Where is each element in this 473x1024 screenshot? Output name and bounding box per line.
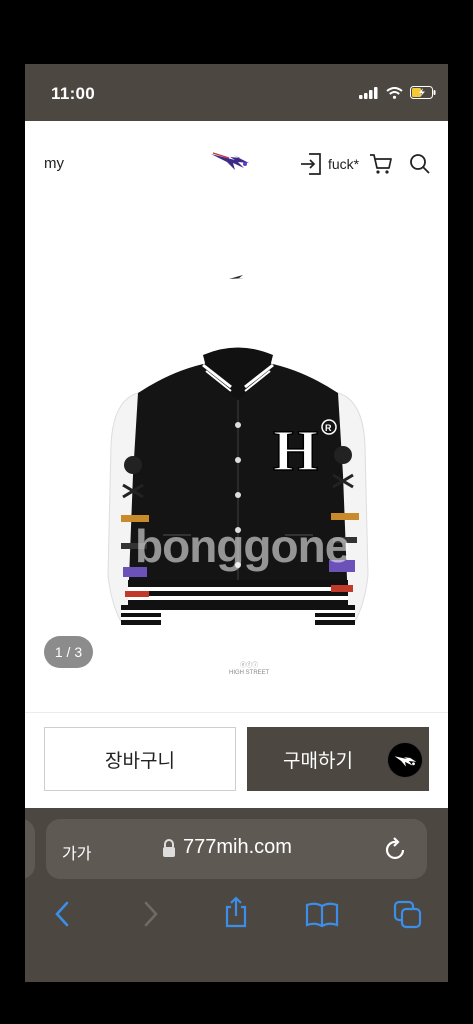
url-text: 777mih.com [183, 836, 292, 858]
brand-logo-icon[interactable] [211, 151, 253, 173]
bookmarks-icon[interactable] [305, 902, 339, 928]
gallery-page-indicator: 1 / 3 [44, 636, 93, 668]
nav-my-link[interactable]: my [44, 155, 64, 172]
login-icon[interactable] [300, 152, 322, 176]
site-header: my fuck* [25, 121, 448, 207]
user-label[interactable]: fuck* [328, 156, 359, 172]
previous-tab-peek[interactable] [25, 819, 35, 879]
status-time: 11:00 [51, 84, 96, 103]
search-icon[interactable] [409, 153, 431, 175]
wifi-icon [386, 86, 403, 99]
status-bar: 11:00 [25, 64, 448, 121]
image-watermark: bonggone [135, 520, 350, 572]
cart-icon[interactable] [369, 152, 393, 176]
back-icon[interactable] [53, 901, 71, 927]
battery-charging-icon [410, 86, 436, 99]
forward-icon[interactable] [142, 901, 160, 927]
add-to-cart-button[interactable]: 장바구니 [44, 727, 236, 791]
svg-text:H: H [273, 418, 318, 483]
brand-tag-text: ⓔⓕⓘ HIGH STREET [229, 663, 270, 676]
page-settings-button[interactable]: 가가 [62, 840, 91, 864]
share-icon[interactable] [223, 896, 249, 928]
tabs-icon[interactable] [393, 900, 423, 930]
reload-icon[interactable] [384, 836, 408, 862]
purchase-bar: 장바구니 구매하기 [25, 712, 448, 808]
signal-icon [359, 86, 378, 99]
phone-screen: 11:00 my fuck* H R bonggone 1 / 3 ⓔⓕⓘ HI… [25, 64, 448, 982]
chat-logo-icon[interactable] [387, 742, 423, 778]
svg-text:R: R [325, 423, 332, 433]
browser-chrome: 가가 777mih.com [25, 808, 448, 982]
status-icons [359, 86, 436, 99]
address-bar[interactable]: 가가 777mih.com [46, 819, 427, 879]
product-image-gallery[interactable]: H R bonggone 1 / 3 ⓔⓕⓘ HIGH STREET [25, 207, 448, 712]
lock-icon [163, 839, 175, 857]
